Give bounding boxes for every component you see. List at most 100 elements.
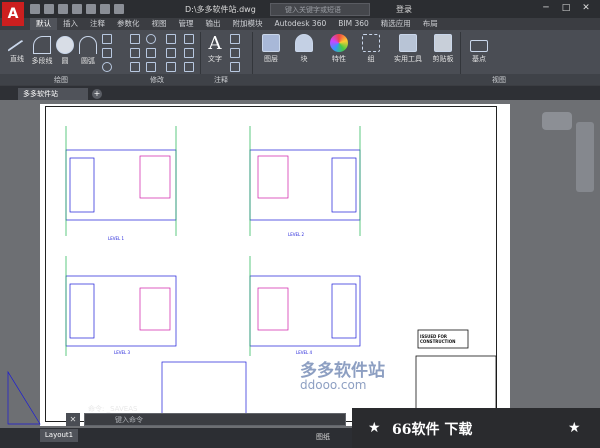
- tab-autodesk-360[interactable]: Autodesk 360: [269, 18, 333, 30]
- tab-manage[interactable]: 管理: [173, 18, 200, 30]
- polyline-icon: [33, 36, 51, 54]
- calculator-icon: [399, 34, 417, 52]
- block-tool[interactable]: 块: [294, 34, 314, 64]
- maximize-button[interactable]: □: [558, 2, 574, 15]
- document-title: D:\多多软件站.dwg: [185, 5, 256, 14]
- line-icon: [7, 39, 27, 57]
- new-file-icon[interactable]: [30, 4, 40, 14]
- stretch-icon[interactable]: [130, 62, 140, 72]
- star-icon: ★: [368, 420, 381, 436]
- group-label: 组: [367, 55, 375, 63]
- file-tabs-bar: [0, 86, 600, 100]
- offset-icon[interactable]: [184, 62, 194, 72]
- polyline-label: 多段线: [31, 57, 53, 65]
- tab-featured-apps[interactable]: 精选应用: [375, 18, 417, 30]
- save-icon[interactable]: [58, 4, 68, 14]
- circle-tool[interactable]: 圆: [56, 36, 74, 66]
- watermark-url: ddooo.com: [300, 378, 367, 392]
- block-label: 块: [300, 55, 308, 63]
- tab-bim-360[interactable]: BIM 360: [332, 18, 375, 30]
- viewcube[interactable]: [542, 112, 572, 130]
- undo-icon[interactable]: [100, 4, 110, 14]
- mirror-icon[interactable]: [146, 48, 156, 58]
- rotate-icon[interactable]: [146, 34, 156, 44]
- ribbon-tabs: 默认 插入 注释 参数化 视图 管理 输出 附加模块 Autodesk 360 …: [30, 18, 600, 30]
- properties-label: 特性: [332, 55, 346, 63]
- layer-tool[interactable]: 图层: [258, 34, 284, 64]
- minimize-button[interactable]: ─: [538, 2, 554, 15]
- utilities-tool[interactable]: 实用工具: [392, 34, 424, 64]
- search-input[interactable]: 键入关键字或短语: [270, 3, 370, 16]
- application-menu-button[interactable]: A: [2, 2, 24, 26]
- close-button[interactable]: ✕: [578, 2, 594, 15]
- utilities-label: 实用工具: [394, 55, 422, 63]
- save-as-icon[interactable]: [72, 4, 82, 14]
- text-tool[interactable]: A 文字: [204, 34, 226, 64]
- leader-icon[interactable]: [230, 48, 240, 58]
- level-label: LEVEL 1: [108, 236, 125, 241]
- tab-layout[interactable]: 布局: [417, 18, 444, 30]
- group-tool[interactable]: 组: [362, 34, 380, 64]
- print-icon[interactable]: [86, 4, 96, 14]
- base-point-icon: [470, 40, 488, 52]
- explode-icon[interactable]: [184, 48, 194, 58]
- line-tool[interactable]: 直线: [6, 36, 28, 64]
- command-input[interactable]: 键入命令: [84, 413, 346, 426]
- rectangle-icon[interactable]: [102, 34, 112, 44]
- open-folder-icon[interactable]: [44, 4, 54, 14]
- scale-icon[interactable]: [146, 62, 156, 72]
- navigation-bar[interactable]: [576, 122, 594, 192]
- polyline-tool[interactable]: 多段线: [30, 36, 54, 66]
- tab-output[interactable]: 输出: [200, 18, 227, 30]
- banner-text: 66软件 下载: [392, 422, 473, 438]
- arc-tool[interactable]: 圆弧: [78, 36, 98, 66]
- paper-space-toggle[interactable]: 图纸: [316, 432, 330, 442]
- layer-icon: [262, 34, 280, 52]
- tab-parametric[interactable]: 参数化: [111, 18, 146, 30]
- array-icon[interactable]: [166, 62, 176, 72]
- move-icon[interactable]: [130, 34, 140, 44]
- erase-icon[interactable]: [184, 34, 194, 44]
- tab-addins[interactable]: 附加模块: [227, 18, 269, 30]
- group-icon: [362, 34, 380, 52]
- tab-insert[interactable]: 插入: [57, 18, 84, 30]
- command-close-button[interactable]: ✕: [66, 413, 80, 426]
- copy-icon[interactable]: [130, 48, 140, 58]
- level-label: LEVEL 3: [114, 350, 131, 355]
- search-placeholder: 键入关键字或短语: [285, 6, 341, 14]
- view-group-label[interactable]: 视图: [492, 75, 506, 85]
- level-label: LEVEL 2: [288, 232, 305, 237]
- trim-icon[interactable]: [166, 34, 176, 44]
- watermark-banner: ★ 66软件 下载 ★: [352, 408, 600, 448]
- redo-icon[interactable]: [114, 4, 124, 14]
- clipboard-tool[interactable]: 剪贴板: [430, 34, 456, 64]
- command-placeholder: 键入命令: [115, 416, 143, 424]
- issued-stamp-text: ISSUED FOR CONSTRUCTION: [420, 334, 456, 344]
- text-icon: A: [208, 33, 222, 54]
- annotate-group-label[interactable]: 注释: [214, 75, 228, 85]
- new-tab-button[interactable]: +: [92, 89, 102, 99]
- dimension-icon[interactable]: [230, 34, 240, 44]
- ellipse-icon[interactable]: [102, 62, 112, 72]
- hatch-icon[interactable]: [102, 48, 112, 58]
- paper-border: [45, 106, 497, 422]
- block-icon: [295, 34, 313, 52]
- layout-tab[interactable]: Layout1: [40, 429, 78, 442]
- properties-tool[interactable]: 特性: [328, 34, 350, 64]
- text-label: 文字: [208, 55, 222, 63]
- fillet-icon[interactable]: [166, 48, 176, 58]
- star-icon: ★: [568, 420, 581, 436]
- file-tab-active[interactable]: 多多软件站: [18, 88, 88, 100]
- circle-label: 圆: [61, 57, 69, 65]
- clipboard-icon: [434, 34, 452, 52]
- tab-annotate[interactable]: 注释: [84, 18, 111, 30]
- title-bar: A D:\多多软件站.dwg 键入关键字或短语 登录 ─ □ ✕: [0, 0, 600, 26]
- base-point-tool[interactable]: 基点: [468, 40, 490, 64]
- ribbon-group-labels: [0, 74, 600, 85]
- login-button[interactable]: 登录: [396, 4, 412, 15]
- tab-default[interactable]: 默认: [30, 18, 57, 30]
- modify-group-label[interactable]: 修改: [150, 75, 164, 85]
- tab-view[interactable]: 视图: [146, 18, 173, 30]
- table-icon[interactable]: [230, 62, 240, 72]
- draw-group-label[interactable]: 绘图: [54, 75, 68, 85]
